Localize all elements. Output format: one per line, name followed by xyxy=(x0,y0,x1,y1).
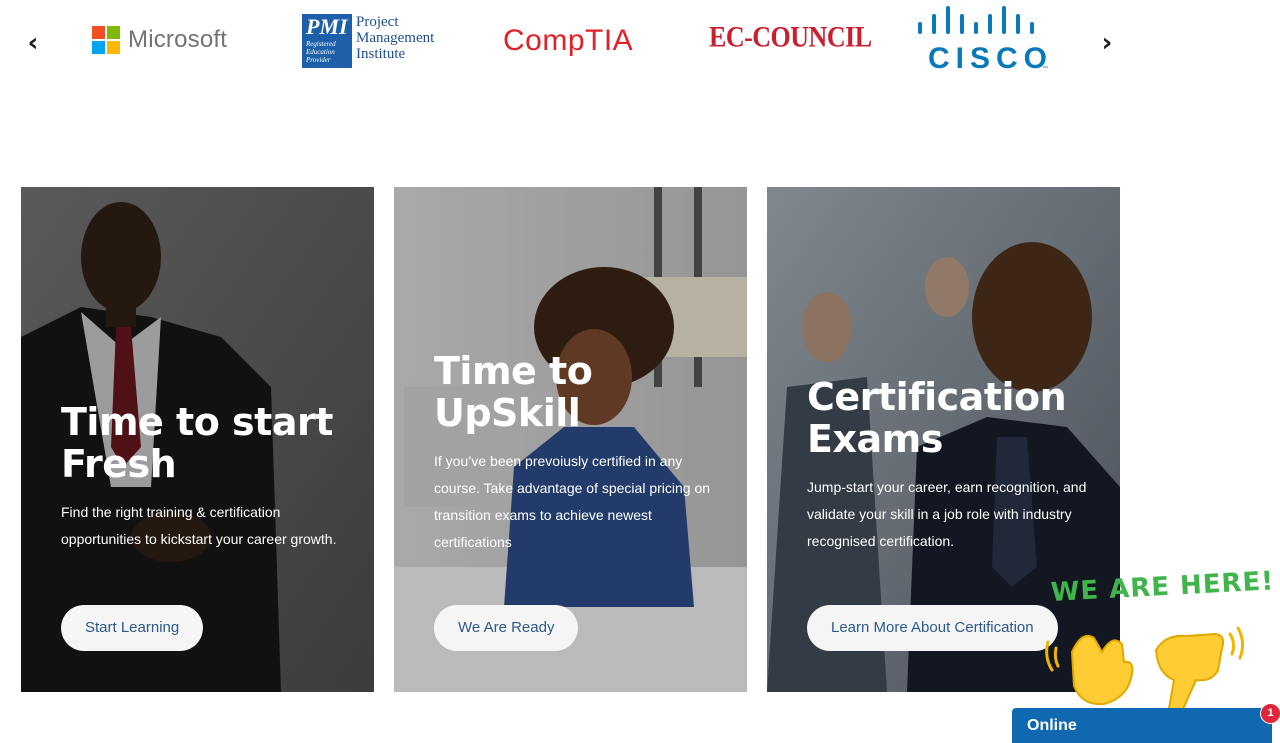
we-are-ready-button[interactable]: We Are Ready xyxy=(434,605,579,651)
microsoft-logo-text: Microsoft xyxy=(128,26,228,53)
card-content: Time to UpSkill If you’ve been prevoiusl… xyxy=(434,350,727,556)
card-upskill: Time to UpSkill If you’ve been prevoiusl… xyxy=(394,187,747,692)
card-start-fresh: Time to start Fresh Find the right train… xyxy=(21,187,374,692)
cisco-trademark: ™ xyxy=(1042,66,1048,72)
ec-council-logo[interactable]: EC-COUNCIL xyxy=(709,20,872,55)
pointing-hand-icon xyxy=(1154,626,1245,720)
chat-callout-text: WE ARE HERE! xyxy=(1050,566,1275,608)
card-content: Certification Exams Jump-start your care… xyxy=(807,376,1100,555)
comptia-logo[interactable]: CompTIA xyxy=(503,24,633,58)
cisco-logo[interactable]: CISCO ™ xyxy=(916,6,1051,78)
card-title: Time to UpSkill xyxy=(434,349,593,435)
chat-status-bar[interactable]: Online xyxy=(1012,708,1272,743)
card-title: Time to start Fresh xyxy=(61,400,333,486)
card-title: Certification Exams xyxy=(807,375,1067,461)
microsoft-logo[interactable]: Microsoft xyxy=(92,24,227,56)
start-learning-button[interactable]: Start Learning xyxy=(61,605,204,651)
waving-hand-icon xyxy=(1045,634,1134,706)
chevron-left-icon[interactable]: ‹ xyxy=(20,28,46,58)
pmi-badge-text: Registered Education Provider xyxy=(306,40,336,64)
chat-status-label: Online xyxy=(1027,717,1077,734)
notification-badge[interactable]: 1 xyxy=(1260,703,1280,724)
partner-logo-carousel: ‹ Microsoft PMI Registered Education Pro… xyxy=(0,0,1280,90)
card-content: Time to start Fresh Find the right train… xyxy=(61,401,354,553)
pmi-logo[interactable]: PMI Registered Education Provider Projec… xyxy=(298,14,438,72)
chevron-right-icon[interactable]: › xyxy=(1094,28,1120,58)
pmi-line: Project xyxy=(356,14,399,30)
pmi-line: Management xyxy=(356,30,435,46)
cisco-bars-icon xyxy=(918,6,1034,34)
pmi-badge-line: Provider xyxy=(306,56,331,64)
card-description: If you’ve been prevoiusly certified in a… xyxy=(434,453,711,550)
pmi-line: Institute xyxy=(356,46,406,62)
chat-callout[interactable]: WE ARE HERE! xyxy=(1036,566,1280,722)
card-description: Find the right training & certification … xyxy=(61,504,337,547)
pmi-logo-text: Project Management Institute xyxy=(356,14,434,62)
microsoft-windows-icon xyxy=(92,26,120,54)
card-description: Jump-start your career, earn recognition… xyxy=(807,479,1087,549)
learn-more-certification-button[interactable]: Learn More About Certification xyxy=(807,605,1058,651)
pmi-badge-line: Education xyxy=(306,48,335,56)
cisco-logo-text: CISCO xyxy=(928,42,1054,75)
pmi-badge-line: Registered xyxy=(306,40,336,48)
pmi-mark-text: PMI xyxy=(306,14,348,39)
pmi-mark: PMI Registered Education Provider xyxy=(302,14,352,68)
